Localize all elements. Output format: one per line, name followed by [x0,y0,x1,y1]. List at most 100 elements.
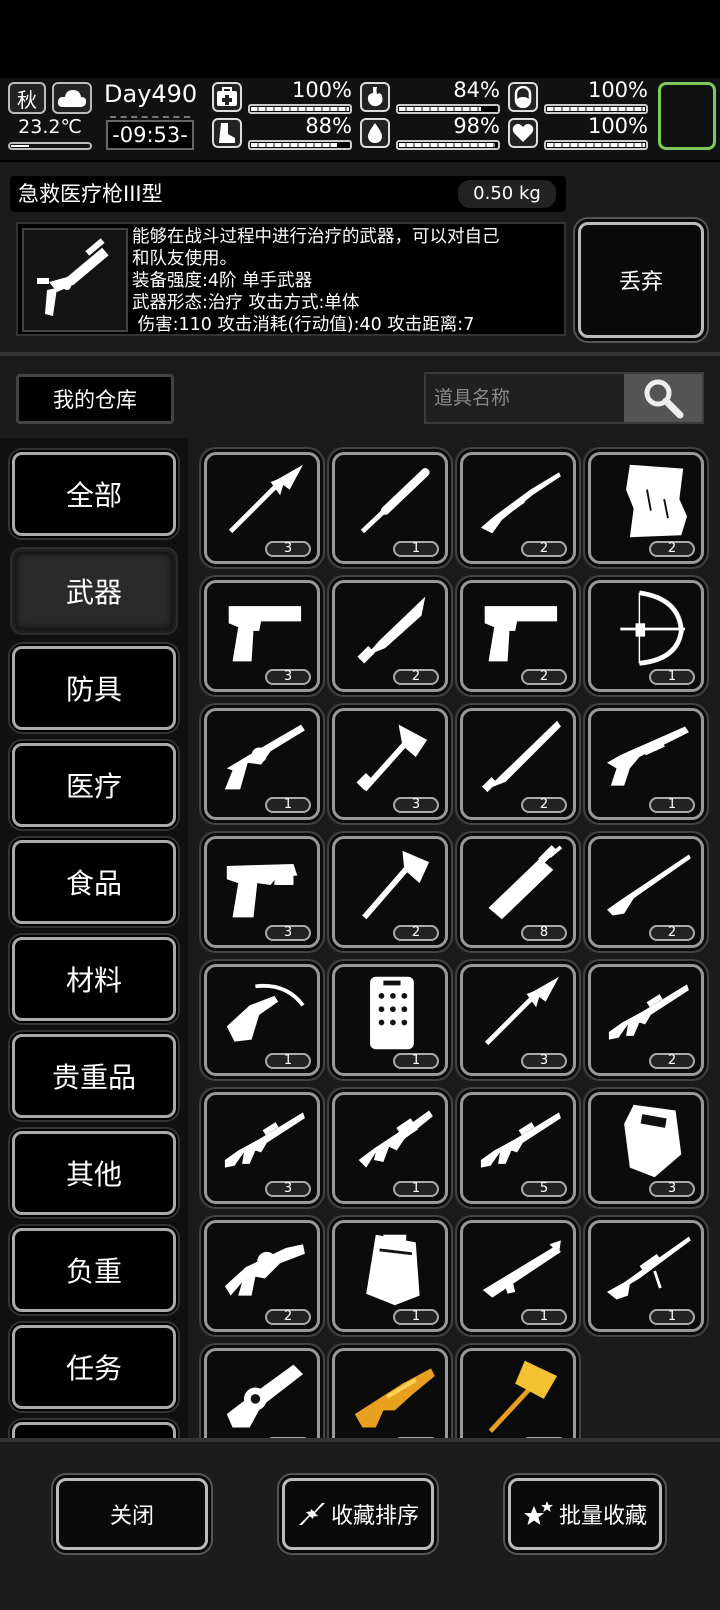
item-slot[interactable]: 1 [332,1220,448,1332]
item-slot[interactable]: 1 [204,708,320,820]
item-slot[interactable]: 3 [204,836,320,948]
golden-gun-icon [354,1368,435,1428]
item-count-badge: 3 [265,541,311,557]
category-tab[interactable]: 贵重品 [12,1034,176,1118]
item-slot[interactable]: 2 [204,1220,320,1332]
warehouse-button[interactable]: 我的仓库 [16,374,174,424]
item-slot[interactable]: 1 [332,964,448,1076]
item-slot[interactable]: 2 [588,836,704,948]
item-slot[interactable]: 3 [460,964,576,1076]
axe-icon [356,724,428,792]
armored-shield-icon [366,1234,420,1306]
revolver-icon [224,724,305,790]
status-bar: 秋 23.2℃ Day490 -09:53- 100% 84% 100% 88%… [0,78,720,160]
item-slot[interactable]: 2 [460,580,576,692]
category-tab[interactable]: 全部 [12,452,176,536]
close-button[interactable]: 关闭 [56,1478,208,1550]
minigun-icon [226,1364,303,1428]
item-count-badge: 1 [649,797,695,813]
category-tab[interactable]: 其他 [12,1131,176,1215]
category-tab[interactable]: 任务 [12,1325,176,1409]
search-button[interactable] [624,374,702,422]
item-description: 能够在战斗过程中进行治疗的武器，可以对自己 和队友使用。 装备强度:4阶 单手武… [132,227,500,335]
item-slot[interactable]: 2 [588,964,704,1076]
stat-bar [396,140,500,150]
item-slot[interactable]: 1 [204,964,320,1076]
sniper-rifle-icon [607,1236,691,1300]
stat-bar [544,140,648,150]
item-count-badge: 2 [521,541,567,557]
assault-rifle-icon [480,1112,561,1168]
stars-icon [523,1501,553,1525]
category-tab[interactable]: 防具 [12,646,176,730]
item-count-badge: 2 [265,1309,311,1325]
quick-slot[interactable] [658,82,716,150]
divider [0,352,720,356]
stomach-icon [360,82,390,112]
stat-thirst: 98% [360,114,500,150]
item-slot[interactable]: 1 [332,452,448,564]
day-progress [110,112,190,118]
item-slot[interactable]: 1 [588,1220,704,1332]
batch-favorite-button[interactable]: 批量收藏 [508,1478,662,1550]
search-input[interactable] [426,374,626,422]
spear-icon [228,464,303,534]
item-count-badge: 3 [649,1181,695,1197]
item-detail: 能够在战斗过程中进行治疗的武器，可以对自己 和队友使用。 装备强度:4阶 单手武… [16,222,566,336]
item-count-badge: 2 [521,797,567,813]
paper-scrap-icon [626,464,687,538]
item-slot[interactable]: 3 [204,580,320,692]
shield-icon [624,1104,682,1178]
item-count-badge: 3 [393,797,439,813]
item-count-badge: 3 [265,925,311,941]
discard-button[interactable]: 丢弃 [578,222,704,338]
category-tab[interactable]: 负重 [12,1228,176,1312]
golden-hammer-icon [488,1360,558,1433]
sort-favorite-button[interactable]: 收藏排序 [282,1478,434,1550]
item-slot[interactable]: 1 [588,708,704,820]
item-count-badge: 1 [393,541,439,557]
item-slot[interactable]: 2 [588,452,704,564]
item-count-badge: 2 [521,669,567,685]
item-slot[interactable]: 8 [460,836,576,948]
item-slot[interactable]: 2 [460,708,576,820]
item-slot[interactable]: 1 [332,1092,448,1204]
item-slot[interactable]: 2 [332,836,448,948]
item-count-badge: 2 [393,669,439,685]
category-tab[interactable]: 武器 [12,549,176,633]
item-slot[interactable]: 5 [460,1092,576,1204]
riot-shield-icon [370,976,414,1050]
stat-stamina: 88% [212,114,352,150]
stat-vitality: 100% [508,114,648,150]
item-slot[interactable]: 3 [204,452,320,564]
item-count-badge: 1 [393,1309,439,1325]
item-count-badge: 1 [393,1181,439,1197]
item-slot[interactable]: 3 [204,1092,320,1204]
item-count-badge: 5 [521,1181,567,1197]
item-slot[interactable]: 3 [588,1092,704,1204]
category-tab[interactable]: 消耗品 [12,1422,176,1438]
item-slot[interactable]: 3 [332,708,448,820]
pistol-icon [484,606,558,662]
item-count-badge: 2 [649,541,695,557]
cloud-icon [52,82,92,114]
category-list: 全部武器防具医疗食品材料贵重品其他负重任务消耗品 [0,438,188,1438]
category-tab[interactable]: 医疗 [12,743,176,827]
great-sword-icon [488,845,563,920]
rocket-launcher-icon [482,1240,561,1298]
category-tab[interactable]: 食品 [12,840,176,924]
item-slot[interactable]: 2 [332,580,448,692]
item-slot[interactable]: 2 [460,452,576,564]
category-tab[interactable]: 材料 [12,937,176,1021]
pill-icon [508,82,538,112]
item-slot[interactable]: 1 [460,1220,576,1332]
item-count-badge: 2 [649,1053,695,1069]
stat-hunger: 84% [360,78,500,114]
item-slot[interactable]: 1 [588,580,704,692]
day-counter: Day490 [104,80,198,108]
boot-icon [212,118,242,148]
item-count-badge: 8 [521,925,567,941]
item-count-badge: 1 [265,797,311,813]
baseball-bat-icon [360,468,430,534]
medical-gun-icon [22,228,128,332]
